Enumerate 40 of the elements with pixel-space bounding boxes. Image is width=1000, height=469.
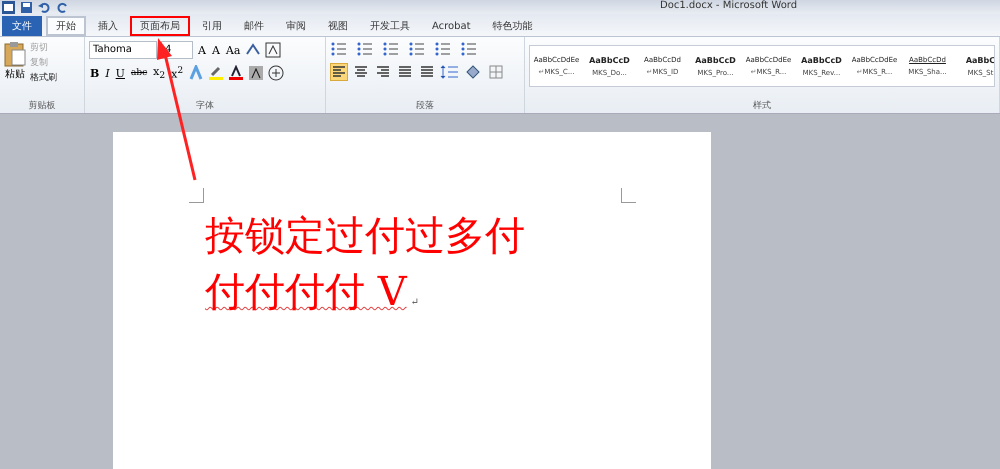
font-button[interactable]: Aa xyxy=(224,44,242,56)
file-tab[interactable]: 文件 xyxy=(2,16,42,36)
ribbon-tab[interactable]: 插入 xyxy=(88,16,128,36)
group-label: 段落 xyxy=(415,100,435,112)
highlight-icon[interactable] xyxy=(208,65,224,82)
ribbon-tab[interactable]: 开发工具 xyxy=(360,16,420,36)
format-button[interactable]: x$^{2}$ xyxy=(170,65,184,81)
ribbon-tab[interactable]: 视图 xyxy=(318,16,358,36)
ribbon-tab[interactable]: 开始 xyxy=(46,16,86,36)
save-icon[interactable] xyxy=(20,0,33,14)
ribbon-tab[interactable]: 特色功能 xyxy=(482,16,543,36)
format-button[interactable]: U xyxy=(114,66,126,80)
font-button[interactable]: A xyxy=(210,44,221,56)
format-button[interactable]: abc xyxy=(130,68,148,78)
ribbon-tab[interactable]: 引用 xyxy=(192,16,232,36)
font-name-field[interactable]: Tahoma xyxy=(89,41,157,59)
word-logo-icon xyxy=(2,0,15,14)
align-button[interactable] xyxy=(330,63,348,81)
font-button[interactable]: A xyxy=(197,44,207,56)
line-spacing-icon[interactable] xyxy=(440,64,460,80)
ribbon-tab[interactable]: 页面布局 xyxy=(130,16,190,36)
paste-button[interactable]: 粘贴 xyxy=(4,41,26,84)
format-button[interactable]: I xyxy=(104,66,111,80)
paragraph-mark: ↵ xyxy=(410,296,419,310)
undo-icon[interactable] xyxy=(38,0,51,14)
window-title: Doc1.docx - Microsoft Word xyxy=(660,0,798,11)
document-text: 按锁定过付过多付 xyxy=(205,212,525,261)
redo-icon[interactable] xyxy=(56,0,69,14)
group-label: 字体 xyxy=(195,100,215,112)
ribbon-tab[interactable]: Acrobat xyxy=(422,16,481,36)
ribbon-tab[interactable]: 邮件 xyxy=(234,16,274,36)
clipboard-command[interactable]: 格式刷 xyxy=(30,71,57,84)
clipboard-icon xyxy=(4,41,26,67)
group-label: 样式 xyxy=(752,100,772,112)
document-text: 付付付付 V xyxy=(205,268,407,317)
ribbon-tab[interactable]: 审阅 xyxy=(276,16,316,36)
format-button[interactable]: x$_{2}$ xyxy=(152,65,166,82)
group-label: 剪贴板 xyxy=(28,100,56,112)
format-button[interactable]: B xyxy=(89,66,100,80)
font-color-icon[interactable] xyxy=(228,65,244,82)
